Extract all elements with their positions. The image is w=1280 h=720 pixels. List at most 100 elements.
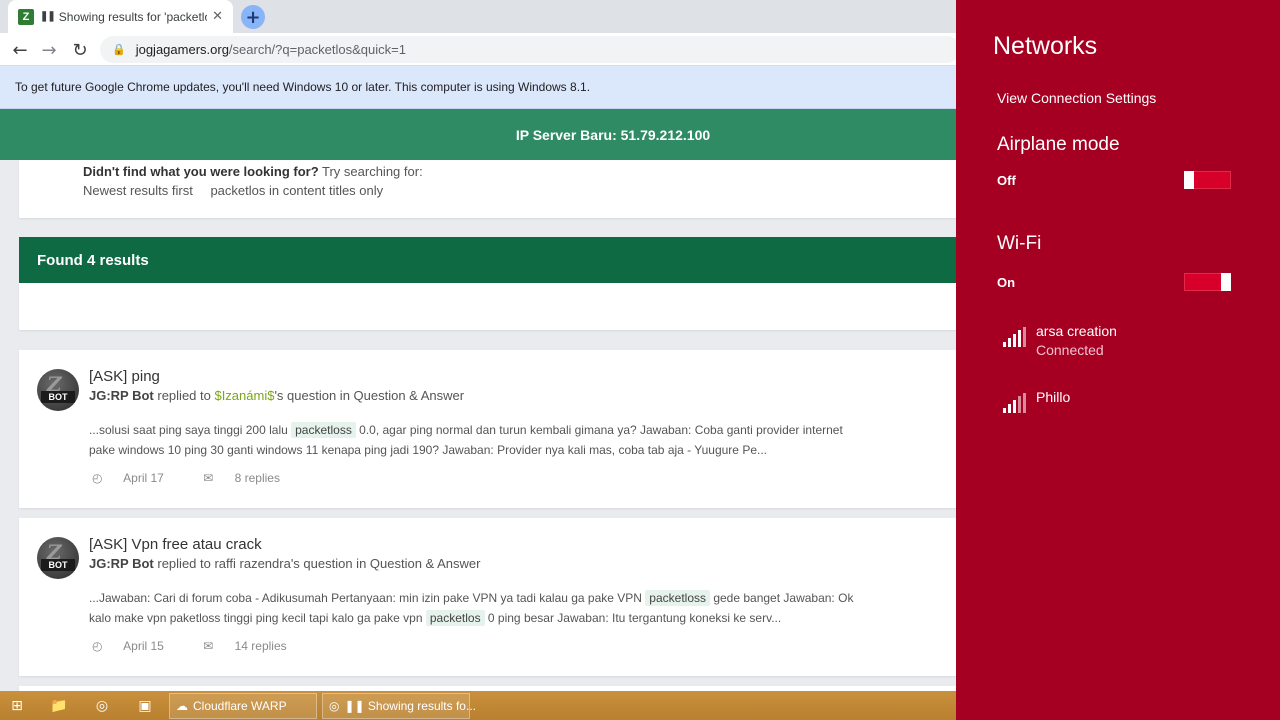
search-suggestion-box: Didn't find what you were looking for? T… (19, 160, 956, 218)
network-item-arsa-creation[interactable]: arsa creation Connected (1003, 323, 1243, 363)
app-icon[interactable]: ▣ (133, 694, 157, 718)
airplane-mode-toggle[interactable] (1184, 171, 1231, 189)
networks-panel: Networks View Connection Settings Airpla… (956, 0, 1280, 720)
wifi-toggle[interactable] (1184, 273, 1231, 291)
file-explorer-icon[interactable]: 📁 (47, 694, 71, 718)
toggle-knob (1184, 171, 1194, 189)
avatar-bot-badge: BOT (41, 391, 75, 403)
tab-title: Showing results for 'packetlos' (58, 9, 207, 24)
snippet-text: kalo make vpn paketloss tinggi ping keci… (89, 611, 426, 625)
wifi-state: On (997, 275, 1016, 290)
taskbar-cloudflare-warp[interactable]: ☁ Cloudflare WARP (169, 693, 317, 719)
snippet-line-1: ...solusi saat ping saya tinggi 200 lalu… (89, 420, 956, 440)
clock-icon: ◴ (92, 471, 103, 485)
page-content: IP Server Baru: 51.79.212.100 Didn't fin… (0, 109, 956, 691)
snippet-line-1: ...Jawaban: Cari di forum coba - Adikusu… (89, 588, 956, 608)
start-icon[interactable]: ⊞ (5, 694, 29, 718)
result-author[interactable]: JG:RP Bot (89, 388, 154, 403)
toggle-knob (1221, 273, 1231, 291)
quoted-user[interactable]: raffi razendra (214, 556, 290, 571)
url-path: /search/?q=packetlos&quick=1 (228, 42, 406, 57)
date-text: April 15 (123, 639, 164, 653)
result-title[interactable]: [ASK] Vpn free atau crack (89, 536, 262, 553)
back-icon[interactable]: ← (8, 38, 32, 62)
result-stats: ◴ April 15 ✉ 14 replies (92, 639, 323, 653)
suggestion-lead: Didn't find what you were looking for? (83, 164, 319, 179)
avatar[interactable]: Z BOT (37, 369, 79, 411)
network-name: Phillo (1036, 389, 1071, 405)
tab-close-icon[interactable]: ✕ (212, 9, 223, 24)
result-stats: ◴ April 17 ✉ 8 replies (92, 471, 316, 485)
titles-only-link[interactable]: packetlos in content titles only (210, 183, 383, 198)
infobar-text: To get future Google Chrome updates, you… (15, 80, 591, 94)
browser-tab[interactable]: Z ❚❚ Showing results for 'packetlos' ✕ (8, 0, 233, 33)
cloud-icon: ☁ (176, 699, 188, 713)
clock-icon: ◴ (92, 639, 103, 653)
browser-toolbar: ← → ↻ 🔒 jogjagamers.org/search/?q=packet… (0, 33, 960, 66)
result-date: ◴ April 15 (92, 639, 182, 653)
snippet-line-2: pake windows 10 ping 30 ganti windows 11… (89, 443, 767, 457)
reload-icon[interactable]: ↻ (68, 38, 92, 62)
taskbar: ⊞ 📁 ◎ ▣ ☁ Cloudflare WARP ◎ ❚❚ Showing r… (0, 691, 956, 720)
results-count: Found 4 results (37, 251, 149, 269)
highlight-term: packetlos (425, 610, 485, 626)
result-meta: JG:RP Bot replied to $Izanámi$'s questio… (89, 388, 464, 403)
snippet-text: 0 ping besar Jawaban: Itu tergantung kon… (484, 611, 782, 625)
wifi-signal-icon (1003, 393, 1027, 413)
network-item-phillo[interactable]: Phillo (1003, 389, 1243, 429)
newest-results-link[interactable]: Newest results first (83, 183, 193, 198)
task-label: Cloudflare WARP (193, 699, 287, 713)
wifi-heading: Wi-Fi (997, 233, 1042, 254)
question-suffix: 's question in Question & Answer (274, 388, 465, 403)
result-replies: ✉ 8 replies (203, 471, 298, 485)
suggestion-lead-rest: Try searching for: (318, 164, 423, 179)
new-tab-button[interactable]: + (241, 5, 265, 29)
forward-icon[interactable]: → (37, 38, 61, 62)
view-connection-settings-link[interactable]: View Connection Settings (997, 90, 1156, 106)
result-author[interactable]: JG:RP Bot (89, 556, 154, 571)
question-suffix: 's question in Question & Answer (290, 556, 481, 571)
snippet-text: gede banget Jawaban: Ok (710, 591, 854, 605)
address-bar[interactable]: 🔒 jogjagamers.org/search/?q=packetlos&qu… (100, 36, 960, 63)
chrome-icon[interactable]: ◎ (90, 694, 114, 718)
search-result: Z BOT [ASK] Vpn free atau crack JG:RP Bo… (19, 518, 956, 676)
site-favicon-icon: Z (18, 8, 34, 25)
results-filter-area (19, 283, 956, 330)
task-label: ❚❚ Showing results fo... (344, 699, 476, 713)
comment-icon: ✉ (203, 639, 214, 653)
snippet-text: 0.0, agar ping normal dan turun kembali … (355, 423, 843, 437)
highlight-term: packetloss (291, 422, 356, 438)
suggestion-text: Didn't find what you were looking for? T… (83, 164, 423, 179)
screen: Z ❚❚ Showing results for 'packetlos' ✕ +… (0, 0, 1280, 720)
tab-strip: Z ❚❚ Showing results for 'packetlos' ✕ + (0, 0, 956, 33)
result-snippet: ...solusi saat ping saya tinggi 200 lalu… (89, 420, 956, 460)
network-status: Connected (1036, 342, 1104, 358)
result-date: ◴ April 17 (92, 471, 182, 485)
url-text[interactable]: jogjagamers.org/search/?q=packetlos&quic… (136, 42, 406, 57)
result-snippet: ...Jawaban: Cari di forum coba - Adikusu… (89, 588, 956, 628)
wifi-signal-icon (1003, 327, 1027, 347)
update-infobar: To get future Google Chrome updates, you… (0, 66, 956, 109)
taskbar-chrome-window[interactable]: ◎ ❚❚ Showing results fo... (322, 693, 476, 719)
search-result: Z BOT [ASK] ping JG:RP Bot replied to $I… (19, 350, 956, 508)
server-ip-banner: IP Server Baru: 51.79.212.100 (0, 109, 956, 160)
results-header: Found 4 results (19, 237, 956, 283)
url-host: jogjagamers.org (135, 42, 229, 57)
quoted-user[interactable]: $Izanámi$ (214, 388, 274, 403)
lock-icon[interactable]: 🔒 (112, 43, 126, 56)
result-replies: ✉ 14 replies (203, 639, 304, 653)
comment-icon: ✉ (203, 471, 214, 485)
highlight-term: packetloss (645, 590, 710, 606)
result-meta: JG:RP Bot replied to raffi razendra's qu… (89, 556, 480, 571)
airplane-mode-heading: Airplane mode (997, 134, 1120, 155)
snippet-text: ...solusi saat ping saya tinggi 200 lalu (89, 423, 292, 437)
chrome-icon: ◎ (329, 699, 340, 713)
date-text: April 17 (123, 471, 164, 485)
result-title[interactable]: [ASK] ping (89, 368, 160, 385)
panel-title: Networks (993, 32, 1098, 60)
tab-paused-icon: ❚❚ (40, 11, 56, 22)
network-name: arsa creation (1036, 323, 1117, 339)
banner-text: IP Server Baru: 51.79.212.100 (515, 126, 711, 143)
avatar[interactable]: Z BOT (37, 537, 79, 579)
replied-to-text: replied to (153, 388, 215, 403)
